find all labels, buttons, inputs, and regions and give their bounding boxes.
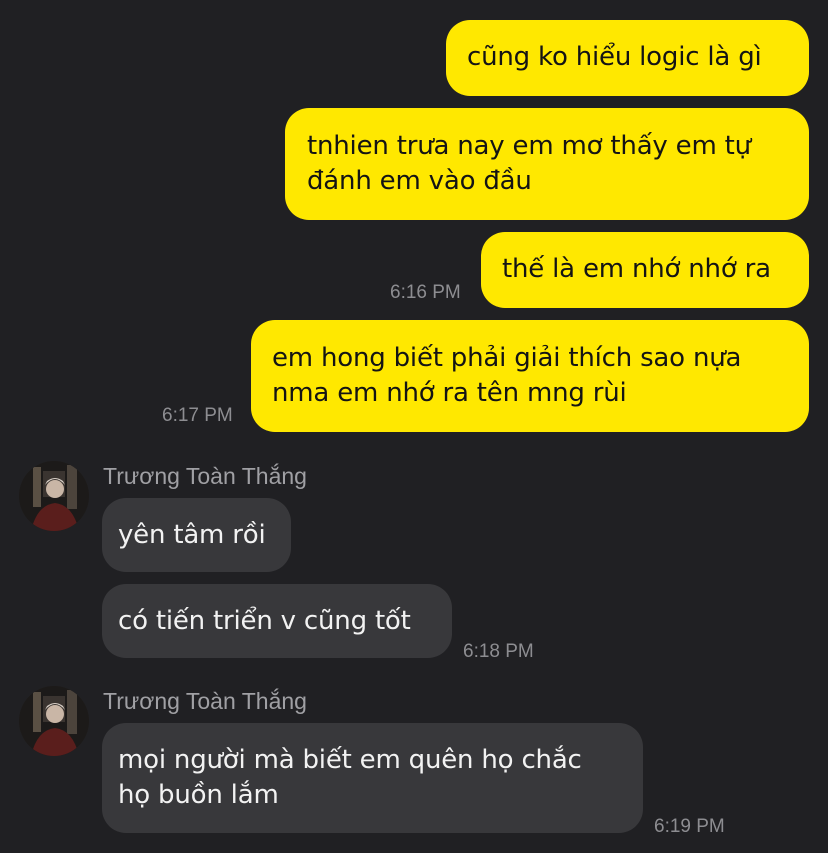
- message-timestamp: 6:18 PM: [463, 641, 534, 662]
- incoming-message[interactable]: mọi người mà biết em quên họ chắc họ buồ…: [102, 723, 643, 833]
- incoming-message[interactable]: yên tâm rồi: [102, 498, 291, 572]
- outgoing-message[interactable]: tnhien trưa nay em mơ thấy em tự đánh em…: [285, 108, 809, 220]
- message-timestamp: 6:16 PM: [390, 282, 461, 303]
- outgoing-message[interactable]: thế là em nhớ nhớ ra: [481, 232, 809, 308]
- outgoing-message[interactable]: em hong biết phải giải thích sao nựa nma…: [251, 320, 809, 432]
- incoming-message[interactable]: có tiến triển v cũng tốt: [102, 584, 452, 658]
- sender-name: Trương Toàn Thắng: [103, 688, 307, 714]
- contact-avatar[interactable]: [19, 686, 89, 756]
- message-timestamp: 6:19 PM: [654, 816, 725, 837]
- contact-avatar[interactable]: [19, 461, 89, 531]
- message-timestamp: 6:17 PM: [162, 405, 233, 426]
- sender-name: Trương Toàn Thắng: [103, 463, 307, 489]
- outgoing-message[interactable]: cũng ko hiểu logic là gì: [446, 20, 809, 96]
